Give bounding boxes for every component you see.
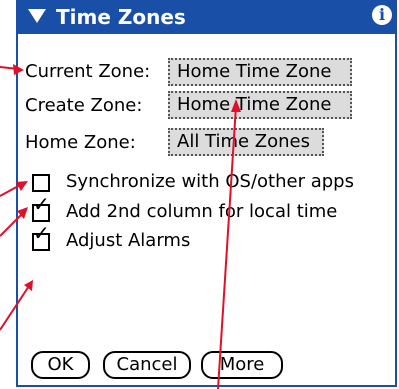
callout-line-second-column: [0, 211, 25, 237]
callout-lines: [0, 66, 237, 389]
arrowhead-icon: [13, 64, 24, 75]
callout-line-alarms: [0, 285, 30, 331]
callout-arrows: [0, 64, 241, 389]
callout-arrowheads: [13, 64, 241, 291]
callout-line-create-zone: [217, 105, 237, 389]
arrowhead-icon: [231, 99, 241, 112]
arrowhead-icon: [24, 280, 33, 291]
